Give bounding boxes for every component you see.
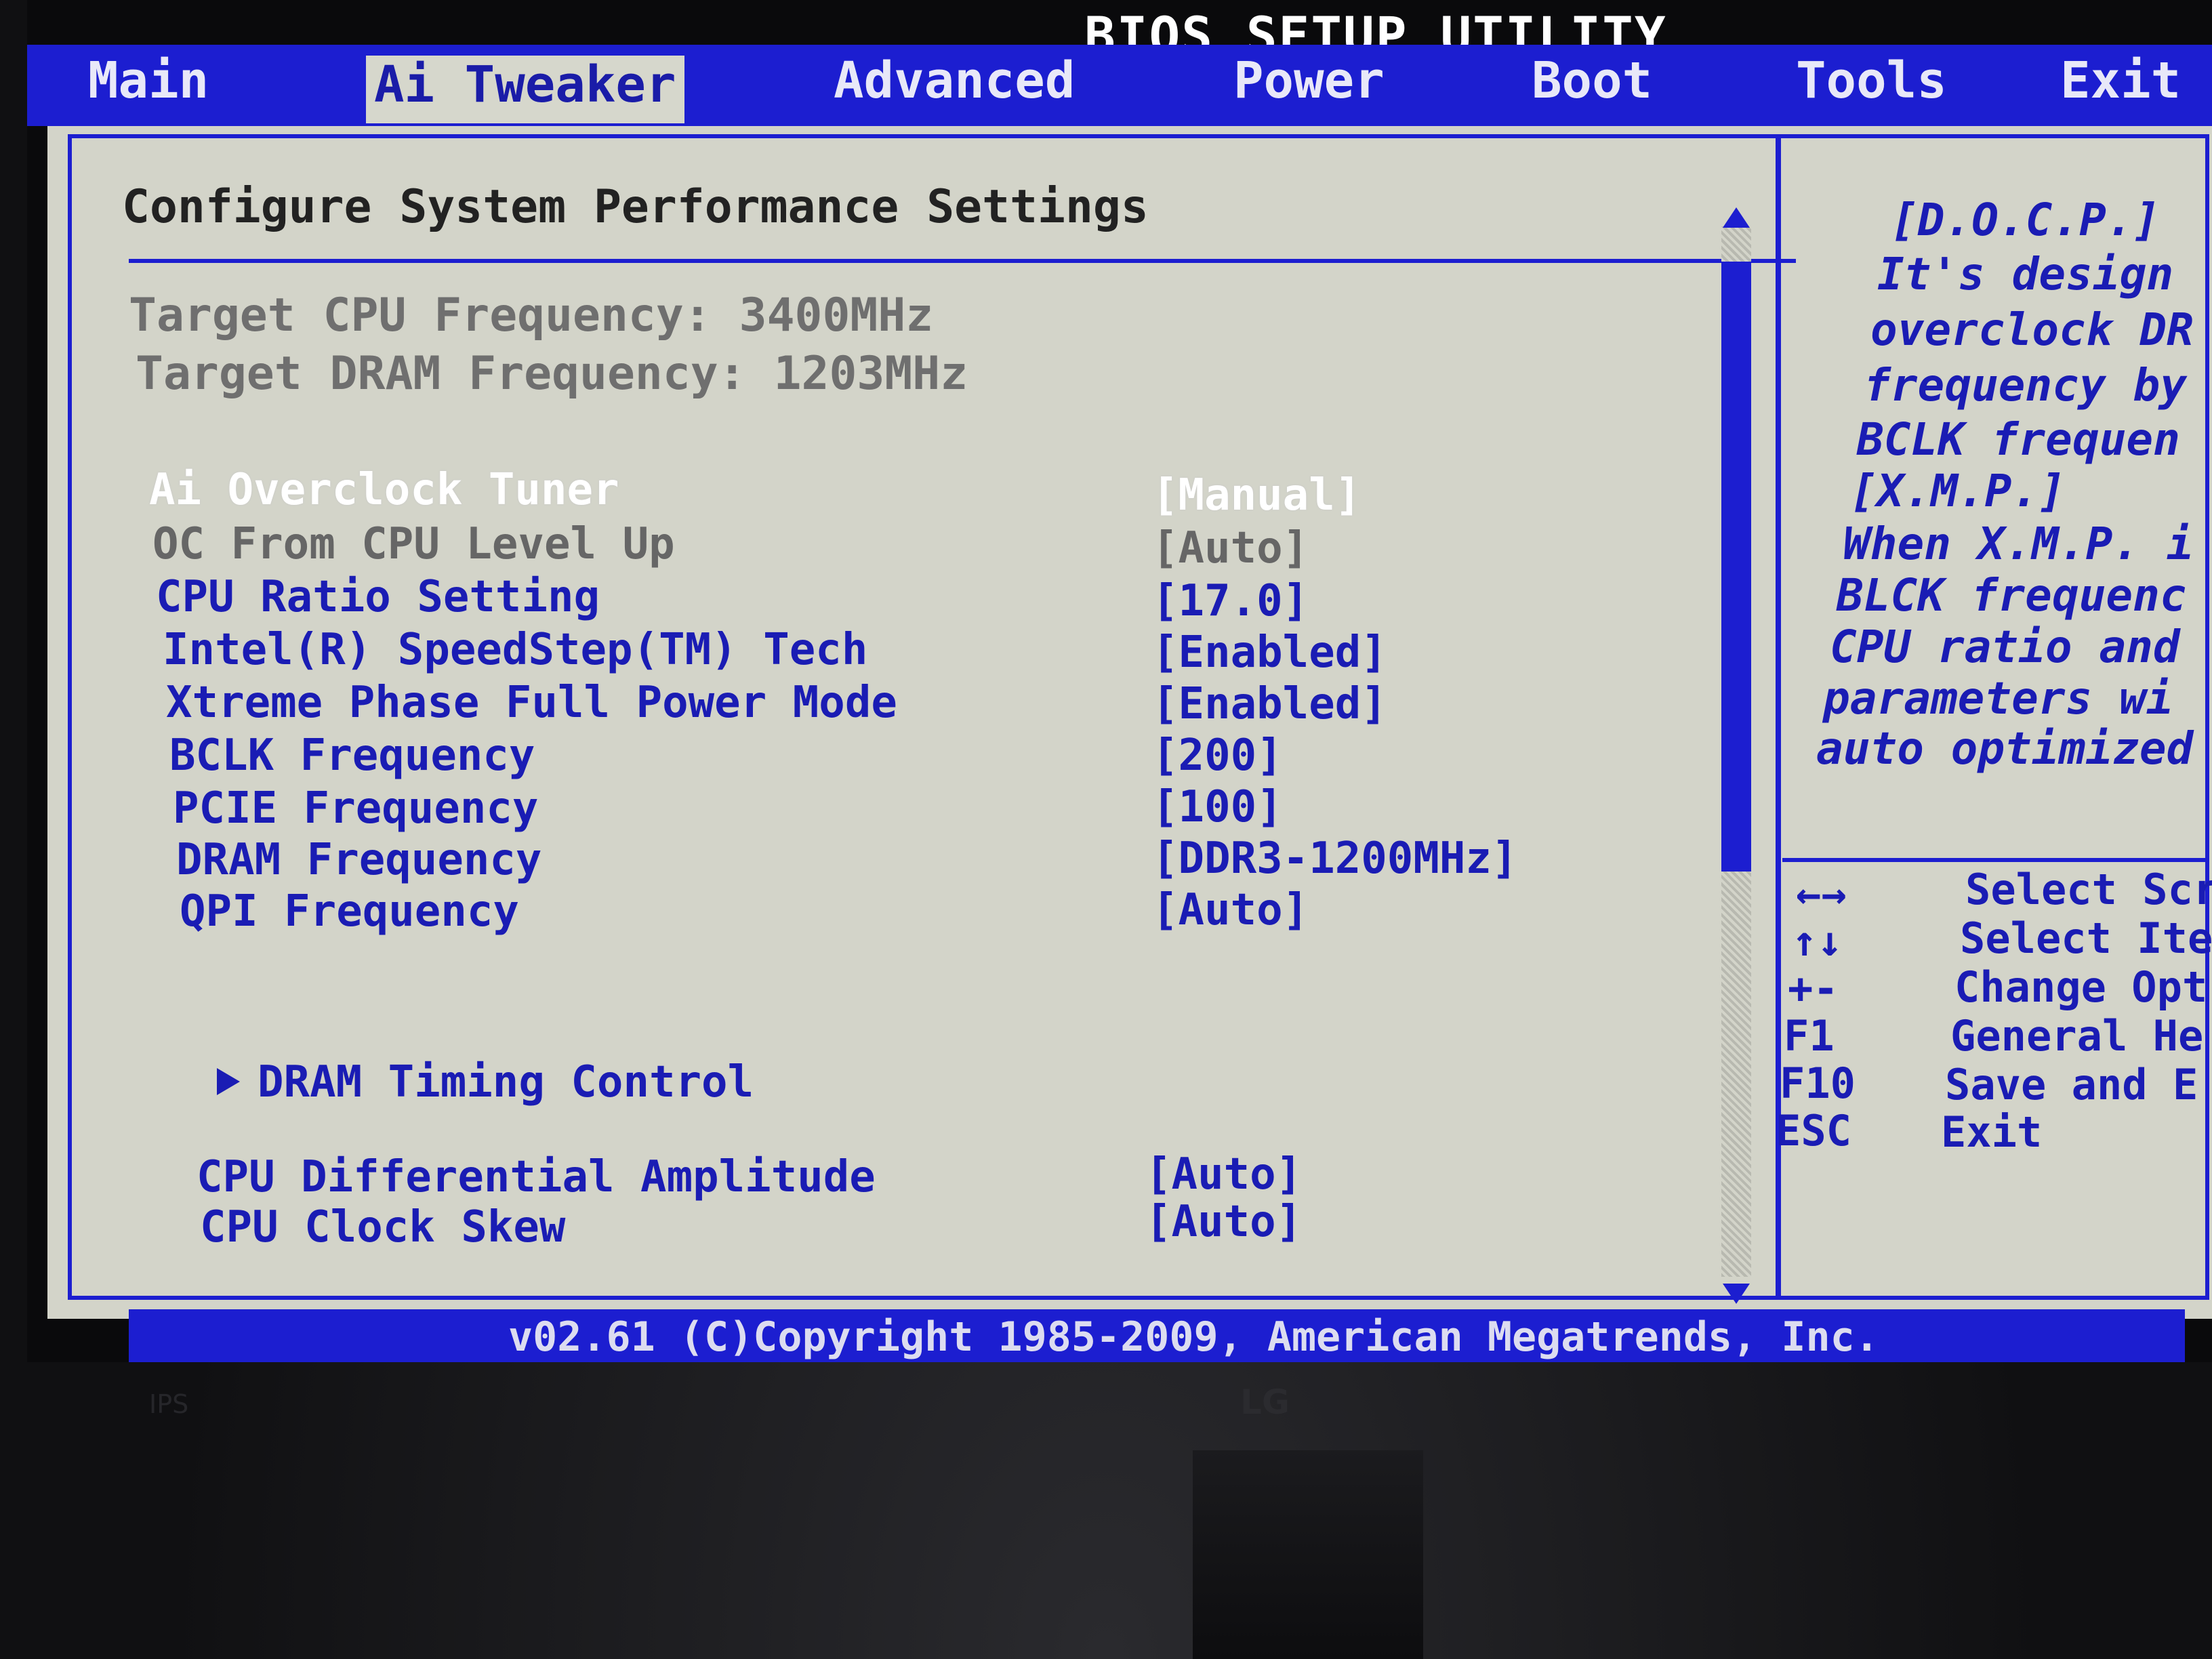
help-line: When X.M.P. i bbox=[1843, 518, 2194, 570]
value-xtreme-phase[interactable]: [Enabled] bbox=[1152, 679, 1387, 729]
setting-xtreme-phase[interactable]: Xtreme Phase Full Power Mode bbox=[166, 678, 897, 728]
key-hint-change-option: Change Opt bbox=[1954, 962, 2208, 1012]
key-f1: F1 bbox=[1784, 1011, 1835, 1061]
value-cpu-differential-amplitude[interactable]: [Auto] bbox=[1145, 1149, 1302, 1200]
help-line: CPU ratio and bbox=[1830, 621, 2180, 673]
submenu-dram-timing-control[interactable]: DRAM Timing Control bbox=[258, 1057, 754, 1107]
target-cpu-frequency: Target CPU Frequency: 3400MHz bbox=[129, 289, 934, 342]
tab-main[interactable]: Main bbox=[88, 52, 209, 110]
setting-qpi-frequency[interactable]: QPI Frequency bbox=[180, 886, 519, 937]
bios-screen: BIOS SETUP UTILITY Main Ai Tweaker Advan… bbox=[27, 0, 2212, 1362]
help-line: [D.O.C.P.] bbox=[1891, 194, 2160, 246]
key-hint-general-help: General He bbox=[1950, 1011, 2204, 1061]
help-line: auto optimized bbox=[1816, 722, 2194, 775]
help-line: BLCK frequenc bbox=[1837, 569, 2187, 621]
section-title: Configure System Performance Settings bbox=[122, 180, 1149, 234]
monitor-stand bbox=[1193, 1450, 1423, 1659]
key-arrows-lr-icon: ←→ bbox=[1796, 869, 1847, 918]
tab-advanced[interactable]: Advanced bbox=[834, 52, 1075, 110]
key-hint-select-screen: Select Scr bbox=[1965, 865, 2212, 914]
setting-cpu-differential-amplitude[interactable]: CPU Differential Amplitude bbox=[197, 1152, 876, 1202]
value-qpi-frequency[interactable]: [Auto] bbox=[1152, 885, 1309, 935]
submenu-triangle-icon bbox=[217, 1068, 240, 1095]
key-arrows-ud-icon: ↑↓ bbox=[1792, 916, 1843, 966]
target-dram-frequency: Target DRAM Frequency: 1203MHz bbox=[136, 347, 968, 401]
setting-bclk-frequency[interactable]: BCLK Frequency bbox=[169, 731, 535, 781]
value-dram-frequency[interactable]: [DDR3-1200MHz] bbox=[1152, 834, 1517, 884]
title-divider bbox=[129, 259, 1796, 263]
key-f10: F10 bbox=[1780, 1059, 1856, 1108]
scroll-down-icon[interactable] bbox=[1723, 1284, 1750, 1304]
value-speedstep[interactable]: [Enabled] bbox=[1152, 628, 1387, 678]
tab-exit[interactable]: Exit bbox=[2060, 52, 2181, 110]
menu-bar: Main Ai Tweaker Advanced Power Boot Tool… bbox=[27, 45, 2212, 126]
value-cpu-clock-skew[interactable]: [Auto] bbox=[1145, 1197, 1302, 1247]
monitor-brand-logo: LG bbox=[1240, 1382, 1290, 1422]
key-esc: ESC bbox=[1776, 1106, 1851, 1155]
value-pcie-frequency[interactable]: [100] bbox=[1152, 782, 1283, 832]
setting-ai-overclock-tuner[interactable]: Ai Overclock Tuner bbox=[149, 465, 619, 515]
key-hint-select-item: Select Ite bbox=[1960, 914, 2212, 963]
scrollbar-thumb[interactable] bbox=[1721, 262, 1751, 872]
help-line: It's design bbox=[1877, 248, 2174, 300]
scroll-up-icon[interactable] bbox=[1723, 207, 1750, 228]
value-ai-overclock-tuner[interactable]: [Manual] bbox=[1152, 470, 1361, 520]
setting-dram-frequency[interactable]: DRAM Frequency bbox=[176, 835, 541, 885]
help-line: frequency by bbox=[1864, 359, 2187, 411]
footer-bar: v02.61 (C)Copyright 1985-2009, American … bbox=[129, 1309, 2185, 1362]
tab-tools[interactable]: Tools bbox=[1796, 52, 1947, 110]
settings-panel: Configure System Performance Settings Ta… bbox=[47, 126, 2212, 1319]
setting-cpu-clock-skew[interactable]: CPU Clock Skew bbox=[200, 1202, 565, 1252]
ips-badge: IPS bbox=[149, 1389, 189, 1419]
setting-oc-from-cpu-level-up[interactable]: OC From CPU Level Up bbox=[152, 519, 675, 569]
value-oc-from-cpu-level-up[interactable]: [Auto] bbox=[1152, 523, 1309, 573]
help-line: BCLK frequen bbox=[1857, 413, 2180, 466]
key-hint-save-exit: Save and E bbox=[1945, 1060, 2198, 1109]
setting-cpu-ratio[interactable]: CPU Ratio Setting bbox=[156, 572, 600, 622]
tab-power[interactable]: Power bbox=[1233, 52, 1385, 110]
value-bclk-frequency[interactable]: [200] bbox=[1152, 731, 1283, 781]
key-plus-minus: +- bbox=[1788, 964, 1839, 1013]
value-cpu-ratio[interactable]: [17.0] bbox=[1152, 576, 1309, 626]
help-keys-divider bbox=[1782, 858, 2209, 862]
help-line: overclock DR bbox=[1870, 304, 2194, 356]
tab-ai-tweaker[interactable]: Ai Tweaker bbox=[366, 56, 684, 123]
help-line: parameters wi bbox=[1823, 672, 2173, 724]
copyright-text: v02.61 (C)Copyright 1985-2009, American … bbox=[508, 1313, 1879, 1361]
key-hint-exit: Exit bbox=[1941, 1107, 2043, 1157]
help-line: [X.M.P.] bbox=[1850, 465, 2066, 517]
setting-pcie-frequency[interactable]: PCIE Frequency bbox=[173, 783, 538, 834]
setting-speedstep[interactable]: Intel(R) SpeedStep(TM) Tech bbox=[163, 625, 867, 675]
tab-boot[interactable]: Boot bbox=[1532, 52, 1652, 110]
